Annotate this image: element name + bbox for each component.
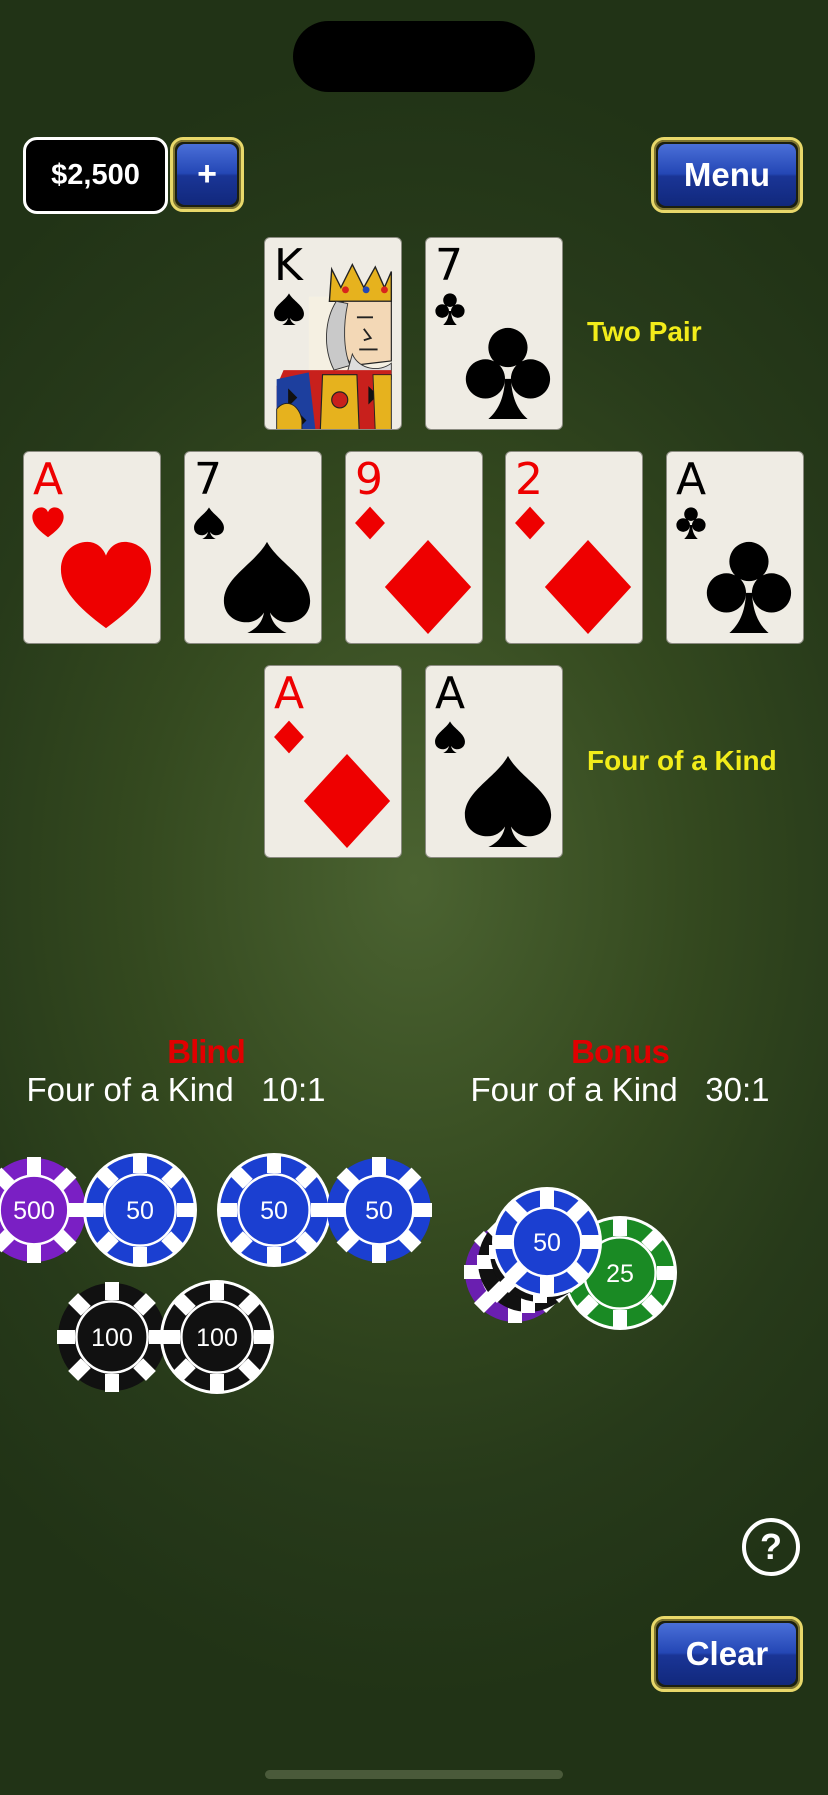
- diamond-icon: [544, 539, 632, 635]
- diamond-icon: [515, 506, 545, 540]
- chip-500[interactable]: 500: [0, 1154, 90, 1266]
- chip-value: 100: [196, 1324, 238, 1352]
- help-icon: ?: [760, 1526, 782, 1567]
- balance-amount: $2,500: [51, 159, 140, 191]
- king-face-art: [276, 263, 393, 429]
- card-rank: 2: [515, 454, 543, 505]
- chip-value: 25: [606, 1260, 634, 1288]
- community-card-ace-clubs: A: [666, 451, 804, 644]
- add-funds-label: +: [177, 144, 237, 205]
- card-rank: 7: [435, 240, 463, 291]
- chip-50[interactable]: 50: [82, 1152, 198, 1268]
- spade-icon: [194, 507, 224, 539]
- bonus-title: Bonus: [571, 1033, 670, 1070]
- chip-value: 100: [91, 1324, 133, 1352]
- balance-display: $2,500: [23, 137, 168, 214]
- bonus-payout-odds: 30:1: [705, 1071, 770, 1108]
- dealer-card-king-spades: K: [264, 237, 402, 430]
- player-hand-label: Four of a Kind: [587, 745, 777, 776]
- menu-label: Menu: [658, 144, 796, 206]
- spade-icon: [435, 721, 465, 753]
- chip-50[interactable]: 50: [323, 1154, 435, 1266]
- chip-value: 500: [13, 1197, 55, 1225]
- home-indicator: [265, 1770, 563, 1779]
- card-rank: 9: [355, 454, 383, 505]
- player-card-ace-spades: A: [425, 665, 563, 858]
- club-icon: [706, 541, 792, 634]
- chip-100[interactable]: 100: [54, 1279, 170, 1395]
- chip-value: 50: [533, 1229, 561, 1257]
- add-funds-button[interactable]: +: [170, 137, 244, 212]
- diamond-icon: [355, 506, 385, 540]
- chip-value: 50: [260, 1197, 288, 1225]
- spade-icon: [223, 541, 311, 634]
- dealer-hand-label: Two Pair: [587, 316, 702, 347]
- card-rank: 7: [194, 454, 222, 505]
- blind-payout-odds: 10:1: [261, 1071, 326, 1108]
- club-icon: [465, 327, 551, 420]
- club-icon: [435, 293, 465, 325]
- clear-label: Clear: [658, 1623, 796, 1685]
- community-card-ace-hearts: A: [23, 451, 161, 644]
- clear-bets-button[interactable]: Clear: [651, 1616, 803, 1692]
- card-rank: A: [33, 454, 64, 505]
- menu-button[interactable]: Menu: [651, 137, 803, 213]
- bonus-payout-hand: Four of a Kind: [470, 1071, 678, 1108]
- card-rank: A: [676, 454, 707, 505]
- club-icon: [676, 507, 706, 539]
- spade-icon: [464, 755, 552, 848]
- card-rank: A: [274, 668, 305, 719]
- heart-icon: [60, 541, 152, 629]
- diamond-icon: [303, 753, 391, 849]
- chip-50[interactable]: 50: [491, 1186, 603, 1298]
- chip-50[interactable]: 50: [216, 1152, 332, 1268]
- heart-icon: [32, 507, 64, 538]
- diamond-icon: [384, 539, 472, 635]
- dealer-card-7-clubs: 7: [425, 237, 563, 430]
- community-card-2-diamonds: 2: [505, 451, 643, 644]
- card-rank: A: [435, 668, 466, 719]
- blind-payout: Four of a Kind 10:1: [0, 1071, 356, 1109]
- blind-payout-hand: Four of a Kind: [26, 1071, 234, 1108]
- chip-value: 50: [365, 1197, 393, 1225]
- bonus-payout: Four of a Kind 30:1: [440, 1071, 800, 1109]
- community-card-7-spades: 7: [184, 451, 322, 644]
- player-card-ace-diamonds: A: [264, 665, 402, 858]
- blind-title: Blind: [167, 1033, 245, 1070]
- chip-100[interactable]: 100: [159, 1279, 275, 1395]
- community-card-9-diamonds: 9: [345, 451, 483, 644]
- device-notch: [293, 21, 535, 92]
- diamond-icon: [274, 720, 304, 754]
- help-button[interactable]: ?: [742, 1518, 800, 1576]
- chip-value: 50: [126, 1197, 154, 1225]
